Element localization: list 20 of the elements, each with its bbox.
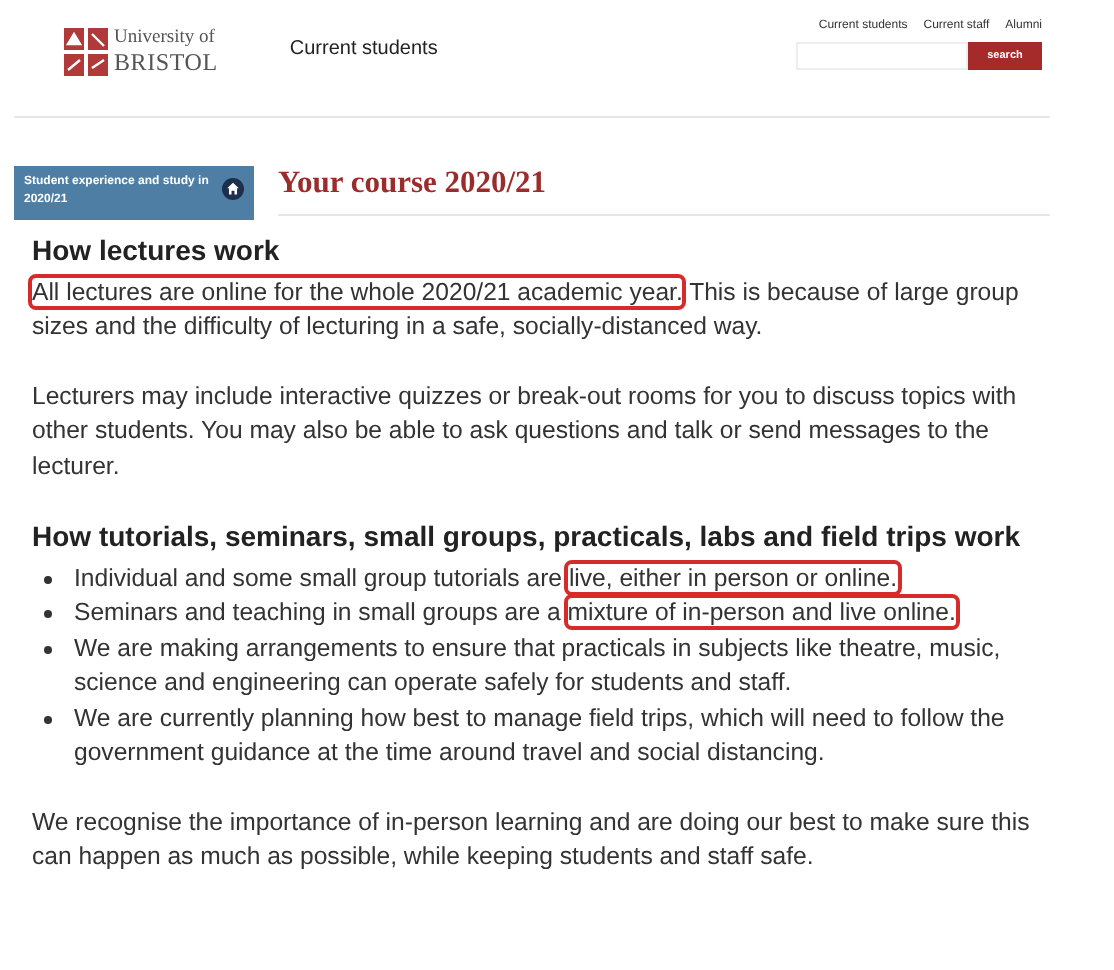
logo-text: University of xyxy=(114,30,217,50)
crest-icon xyxy=(64,28,108,76)
list-item: Seminars and teaching in small groups are a mixture of in-person and live online. xyxy=(74,596,958,630)
list-item: We are currently planning how best to manage field trips, which will need to follow the government guidance at the time around travel and social distancing. xyxy=(74,701,1007,770)
paragraph: All lectures are online for the whole 2020/21 academic year. This is because of large group sizes and the difficulty of lecturing in a safe, socially-distanced way. xyxy=(32,275,1021,344)
bullet-icon xyxy=(44,715,52,723)
bullet-icon xyxy=(44,610,52,618)
page-title: Your course 2020/21 xyxy=(278,166,549,202)
list-item: Individual and some small group tutorials are live, either in person or online. xyxy=(74,561,899,595)
site-title: Current students xyxy=(289,38,438,60)
bullet-icon xyxy=(44,575,52,583)
bullet-icon xyxy=(44,645,52,653)
list-item: We are making arrangements to ensure that practicals in subjects like theatre, music, science and engineering can operate safely for students and staff. xyxy=(74,631,1003,700)
search-field[interactable] xyxy=(796,42,968,70)
section-heading: How tutorials, seminars, small groups, practicals, labs and field trips work xyxy=(32,520,1023,555)
paragraph: Lecturers may include interactive quizzes or break-out rooms for you to discuss topics with other students. You may also be able to ask questions and talk or send messages to the lecturer. xyxy=(32,379,1019,483)
home-icon xyxy=(222,178,244,200)
logo-text: BRISTOL xyxy=(114,49,218,74)
paragraph: We recognise the importance of in-person learning and are doing our best to make sure this can happen as much as possible, while keeping students and staff safe. xyxy=(32,805,1032,874)
section-heading: How lectures work xyxy=(32,234,282,269)
